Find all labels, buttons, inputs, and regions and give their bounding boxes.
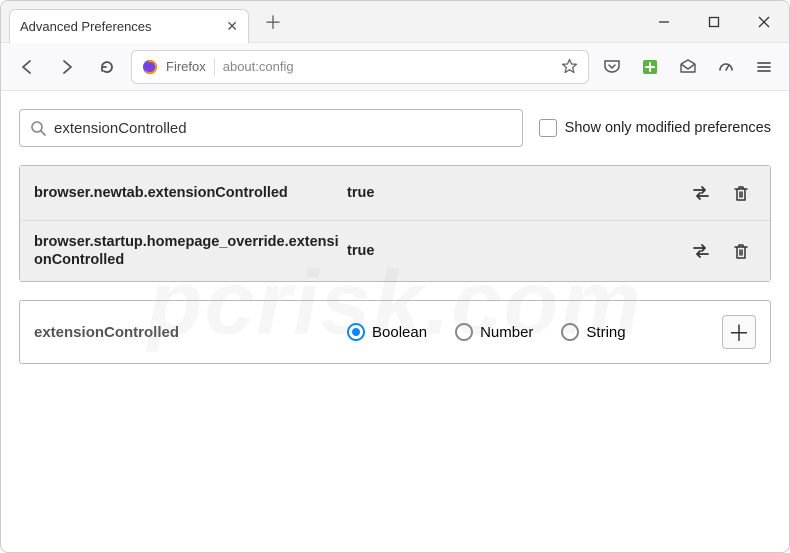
new-tab-button[interactable]: ＋ bbox=[259, 8, 287, 36]
delete-button[interactable] bbox=[726, 236, 756, 266]
pref-value: true bbox=[347, 243, 678, 259]
radio-icon bbox=[561, 323, 579, 341]
browser-tab[interactable]: Advanced Preferences ✕ bbox=[9, 9, 249, 43]
radio-string[interactable]: String bbox=[561, 323, 625, 341]
browser-window: Advanced Preferences ✕ ＋ bbox=[0, 0, 790, 553]
extension-icon[interactable] bbox=[635, 52, 665, 82]
new-pref-row: extensionControlled Boolean Number Strin… bbox=[20, 301, 770, 363]
radio-icon bbox=[455, 323, 473, 341]
close-window-button[interactable] bbox=[739, 1, 789, 43]
pref-name: browser.newtab.extensionControlled bbox=[34, 184, 339, 202]
radio-boolean-label: Boolean bbox=[372, 324, 427, 341]
firefox-logo-icon bbox=[142, 59, 158, 75]
titlebar: Advanced Preferences ✕ ＋ bbox=[1, 1, 789, 43]
back-button[interactable] bbox=[11, 51, 43, 83]
toggle-button[interactable] bbox=[686, 178, 716, 208]
radio-selected-icon bbox=[347, 323, 365, 341]
url-bar[interactable]: Firefox about:config bbox=[131, 50, 589, 84]
reload-button[interactable] bbox=[91, 51, 123, 83]
search-input[interactable] bbox=[54, 120, 512, 137]
prefs-table: browser.newtab.extensionControlled true … bbox=[19, 165, 771, 282]
add-pref-button[interactable]: ＋ bbox=[722, 315, 756, 349]
pocket-icon[interactable] bbox=[597, 52, 627, 82]
window-controls bbox=[639, 1, 789, 43]
radio-string-label: String bbox=[586, 324, 625, 341]
new-pref-name: extensionControlled bbox=[34, 324, 339, 341]
pref-row[interactable]: browser.startup.homepage_override.extens… bbox=[20, 220, 770, 281]
toggle-button[interactable] bbox=[686, 236, 716, 266]
radio-boolean[interactable]: Boolean bbox=[347, 323, 427, 341]
new-pref-table: extensionControlled Boolean Number Strin… bbox=[19, 300, 771, 364]
minimize-button[interactable] bbox=[639, 1, 689, 43]
search-icon bbox=[30, 120, 46, 136]
urlbar-divider bbox=[214, 58, 215, 76]
close-tab-icon[interactable]: ✕ bbox=[226, 18, 238, 35]
pref-name: browser.startup.homepage_override.extens… bbox=[34, 233, 339, 269]
maximize-button[interactable] bbox=[689, 1, 739, 43]
type-radio-group: Boolean Number String bbox=[347, 323, 714, 341]
hamburger-menu-button[interactable] bbox=[749, 52, 779, 82]
show-modified-label: Show only modified preferences bbox=[565, 120, 771, 136]
inbox-icon[interactable] bbox=[673, 52, 703, 82]
pref-value: true bbox=[347, 185, 678, 201]
radio-number[interactable]: Number bbox=[455, 323, 533, 341]
nav-toolbar: Firefox about:config bbox=[1, 43, 789, 91]
search-row: Show only modified preferences bbox=[19, 109, 771, 147]
checkbox-icon bbox=[539, 119, 557, 137]
pref-row[interactable]: browser.newtab.extensionControlled true bbox=[20, 166, 770, 220]
about-config-content: Show only modified preferences browser.n… bbox=[1, 91, 789, 552]
radio-number-label: Number bbox=[480, 324, 533, 341]
delete-button[interactable] bbox=[726, 178, 756, 208]
search-box[interactable] bbox=[19, 109, 523, 147]
dashboard-icon[interactable] bbox=[711, 52, 741, 82]
bookmark-star-icon[interactable] bbox=[561, 58, 578, 75]
url-text: about:config bbox=[223, 59, 553, 74]
show-modified-checkbox[interactable]: Show only modified preferences bbox=[539, 119, 771, 137]
identity-label: Firefox bbox=[166, 59, 206, 74]
forward-button[interactable] bbox=[51, 51, 83, 83]
tab-title: Advanced Preferences bbox=[20, 19, 152, 34]
